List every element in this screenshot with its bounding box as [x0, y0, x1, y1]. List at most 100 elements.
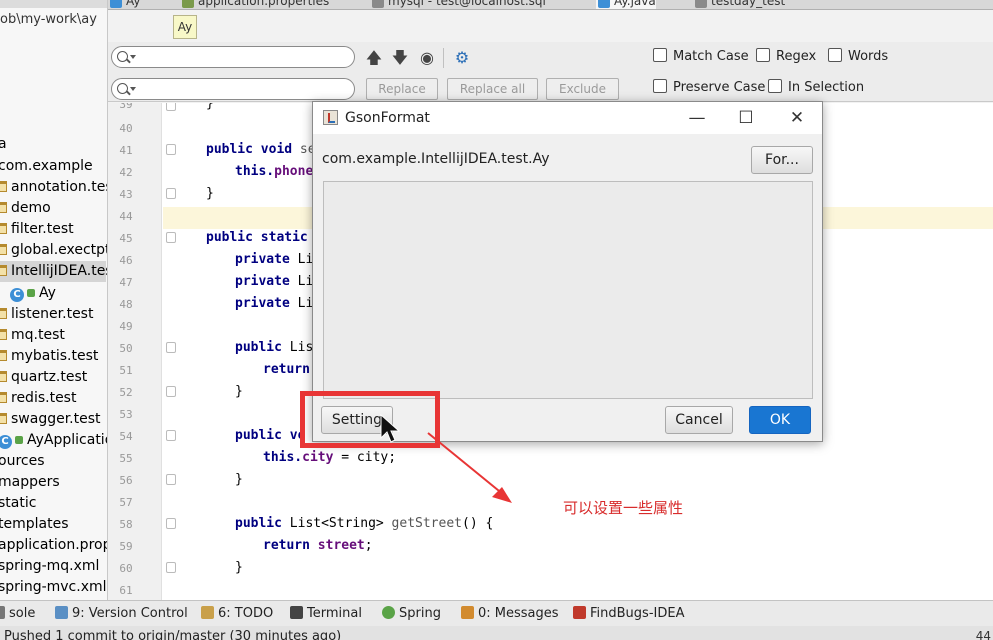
tree-item[interactable]: static: [0, 493, 36, 514]
code-line: this.city = city;: [263, 450, 397, 465]
fold-marker-icon[interactable]: [166, 474, 176, 485]
tree-item[interactable]: swagger.test: [0, 409, 101, 430]
search-icon: [117, 51, 128, 62]
replace-input[interactable]: [111, 78, 355, 100]
in-selection-checkbox[interactable]: In Selection: [768, 79, 864, 97]
tree-item[interactable]: demo: [0, 198, 51, 219]
line-gutter: 39 40 41 42 43 44 45 46 47 48 49 50 51 5…: [108, 103, 162, 600]
sql-icon: [372, 0, 384, 8]
tree-header: [0, 0, 107, 8]
tab-mysql[interactable]: mysql - test@localhost.sql: [370, 0, 546, 9]
tree-item[interactable]: annotation.test: [0, 177, 107, 198]
line-number: 58: [119, 518, 133, 531]
folder-icon: [0, 308, 7, 319]
tree-item[interactable]: com.example: [0, 156, 93, 177]
code-line: }: [206, 186, 214, 201]
fold-marker-icon[interactable]: [166, 232, 176, 243]
line-number: 61: [119, 584, 133, 597]
arrow-up-icon[interactable]: 🡅: [365, 49, 383, 67]
regex-checkbox[interactable]: Regex: [756, 48, 816, 66]
tree-item[interactable]: mq.test: [0, 325, 65, 346]
arrow-down-icon[interactable]: 🡇: [391, 49, 409, 67]
fold-marker-icon[interactable]: [166, 144, 176, 155]
status-bar: Pushed 1 commit to origin/master (30 min…: [0, 626, 993, 640]
tab-testday-test[interactable]: testday_test: [693, 0, 785, 9]
code-line: private Li: [235, 252, 314, 267]
find-all-icon[interactable]: ◉: [418, 49, 436, 67]
code-line: this.phone: [235, 164, 314, 179]
fold-marker-icon[interactable]: [166, 430, 176, 441]
toolwindow-terminal[interactable]: Terminal: [290, 606, 362, 621]
maximize-icon[interactable]: ☐: [736, 108, 756, 128]
toolwindow-console[interactable]: sole: [0, 606, 35, 621]
line-number: 48: [119, 298, 133, 311]
close-icon[interactable]: ✕: [787, 108, 807, 128]
line-number: 43: [119, 188, 133, 201]
gear-icon[interactable]: ⚙: [453, 49, 471, 67]
tree-item[interactable]: ources: [0, 451, 45, 472]
json-input[interactable]: [323, 181, 813, 399]
folder-icon: [0, 371, 7, 382]
tree-item[interactable]: application.prope: [0, 535, 107, 556]
tree-item[interactable]: spring-mvc.xml: [0, 577, 107, 598]
tree-item[interactable]: mappers: [0, 472, 60, 493]
tree-item[interactable]: a: [0, 134, 7, 155]
fold-marker-icon[interactable]: [166, 518, 176, 529]
line-number: 51: [119, 364, 133, 377]
words-checkbox[interactable]: Words: [828, 48, 888, 66]
code-line: public List: [235, 340, 322, 355]
fold-marker-icon[interactable]: [166, 342, 176, 353]
folder-icon: [0, 181, 7, 192]
tab-ay[interactable]: Ay: [108, 0, 141, 9]
line-number: 50: [119, 342, 133, 355]
tree-item[interactable]: mybatis.test: [0, 346, 98, 367]
toolwindow-version-control[interactable]: 9: Version Control: [55, 606, 188, 621]
fold-marker-icon[interactable]: [166, 386, 176, 397]
cancel-button[interactable]: Cancel: [665, 406, 733, 434]
match-case-checkbox[interactable]: Match Case: [653, 48, 749, 66]
toolwindow-messages[interactable]: 0: Messages: [461, 606, 559, 621]
fold-marker-icon[interactable]: [166, 103, 176, 111]
annotation-arrow: [427, 432, 512, 503]
tree-item-selected[interactable]: IntellijIDEA.test: [0, 261, 107, 282]
line-number: 44: [119, 210, 133, 223]
tree-item[interactable]: C Ay: [10, 283, 56, 304]
status-message: Pushed 1 commit to origin/master (30 min…: [4, 629, 342, 640]
folder-icon: [0, 350, 7, 361]
code-line: }: [235, 472, 243, 487]
tree-item[interactable]: redis.test: [0, 388, 76, 409]
code-line: }: [235, 384, 243, 399]
fold-marker-icon[interactable]: [166, 562, 176, 573]
tree-item[interactable]: CAyApplication: [0, 430, 107, 451]
chevron-down-icon[interactable]: [130, 87, 136, 91]
folder-icon: [0, 413, 7, 424]
replace-all-button[interactable]: Replace all: [447, 78, 538, 100]
toolwindow-findbugs[interactable]: FindBugs-IDEA: [573, 606, 684, 621]
minimize-icon[interactable]: —: [687, 108, 707, 128]
toolwindow-todo[interactable]: 6: TODO: [201, 606, 273, 621]
ok-button[interactable]: OK: [749, 406, 811, 434]
tab-ay-java[interactable]: Ay.java: [596, 0, 656, 9]
line-number: 39: [119, 103, 133, 111]
exclude-button[interactable]: Exclude: [546, 78, 619, 100]
folder-icon: [0, 223, 7, 234]
tree-item[interactable]: listener.test: [0, 304, 93, 325]
tree-item[interactable]: spring-mq.xml: [0, 556, 99, 577]
chevron-down-icon[interactable]: [130, 55, 136, 59]
find-input[interactable]: [111, 46, 355, 68]
line-number: 42: [119, 166, 133, 179]
toolwindow-spring[interactable]: Spring: [382, 606, 441, 621]
project-tree: ob\my-work\ay a com.example annotation.t…: [0, 0, 108, 600]
replace-button[interactable]: Replace: [366, 78, 438, 100]
tree-item[interactable]: global.exectpt: [0, 240, 107, 261]
format-button[interactable]: For...: [751, 146, 813, 174]
tab-application-properties[interactable]: application.properties: [180, 0, 329, 9]
line-number: 49: [119, 320, 133, 333]
folder-icon: [0, 329, 7, 340]
dialog-titlebar[interactable]: GsonFormat — ☐ ✕: [313, 102, 822, 134]
fold-marker-icon[interactable]: [166, 188, 176, 199]
tree-item[interactable]: quartz.test: [0, 367, 87, 388]
tree-item[interactable]: filter.test: [0, 219, 74, 240]
preserve-case-checkbox[interactable]: Preserve Case: [653, 79, 765, 97]
tree-item[interactable]: templates: [0, 514, 69, 535]
